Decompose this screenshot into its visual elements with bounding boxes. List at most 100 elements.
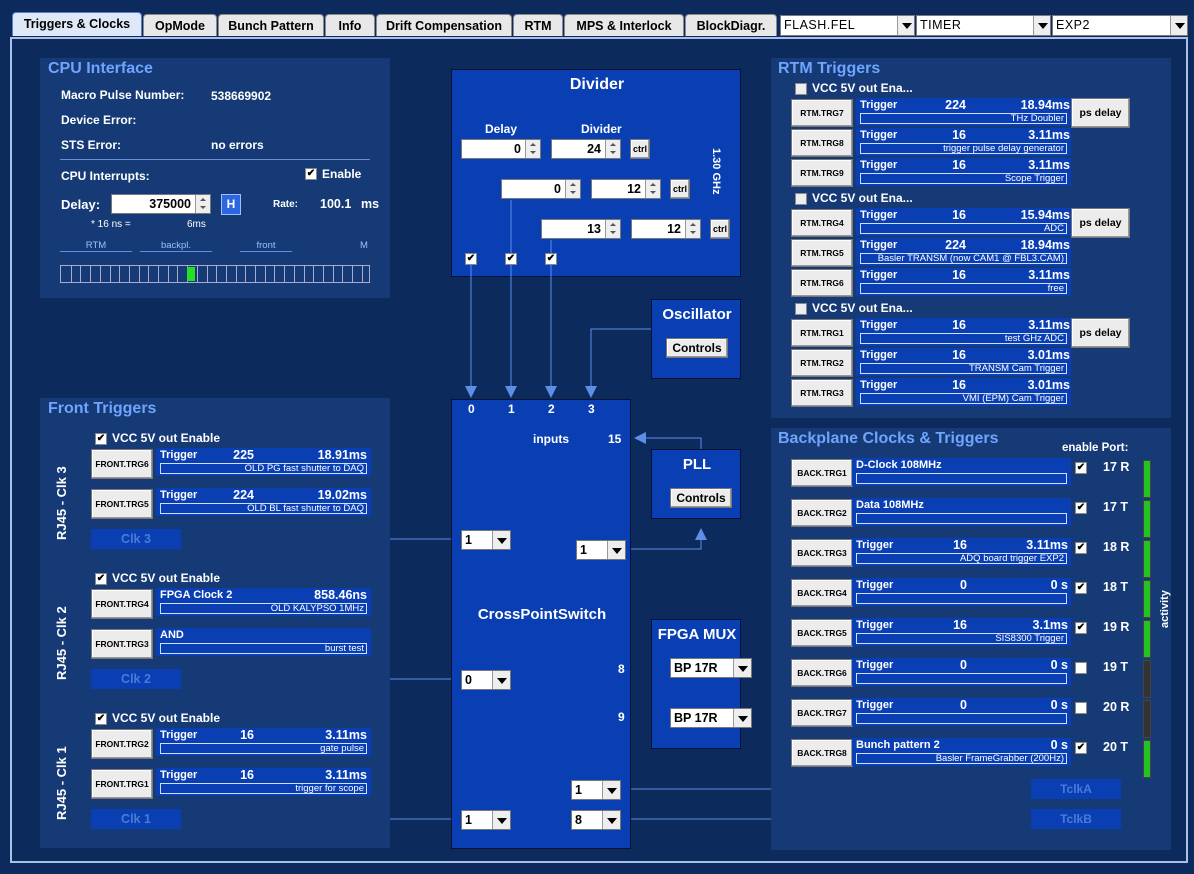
front-trigger-button[interactable]: FRONT.TRG2 (91, 729, 153, 759)
backplane-trigger-row: Trigger 16 3.1ms SIS8300 Trigger (852, 618, 1071, 646)
port-enable-checkbox[interactable] (1075, 702, 1087, 714)
front-trigger-button[interactable]: FRONT.TRG6 (91, 449, 153, 479)
rtm-trigger-row: Trigger 16 3.01ms TRANSM Cam Trigger (856, 348, 1071, 376)
spinner-icon[interactable] (605, 140, 620, 158)
trigger-description (856, 673, 1067, 684)
trigger-count: 16 (952, 158, 966, 172)
backplane-trigger-button[interactable]: BACK.TRG5 (791, 619, 853, 647)
port-enable-checkbox[interactable]: ✔ (1075, 582, 1087, 594)
divider-ctrl-button[interactable]: ctrl (630, 139, 650, 159)
spinner-icon[interactable] (525, 140, 540, 158)
trigger-time: 3.11ms (1028, 158, 1070, 172)
front-trigger-button[interactable]: FRONT.TRG3 (91, 629, 153, 659)
backplane-trigger-button[interactable]: BACK.TRG8 (791, 739, 853, 767)
ps-delay-button[interactable]: ps delay (1071, 318, 1130, 348)
trigger-count: 16 (953, 538, 967, 552)
spinner-icon[interactable] (685, 220, 700, 238)
rtm-trigger-button[interactable]: RTM.TRG1 (791, 319, 853, 347)
trigger-time: 3.11ms (1028, 318, 1070, 332)
divider-ctrl-button[interactable]: ctrl (670, 179, 690, 199)
rtm-trigger-button[interactable]: RTM.TRG3 (791, 379, 853, 407)
ps-delay-button[interactable]: ps delay (1071, 98, 1130, 128)
activity-indicator (1143, 500, 1151, 538)
backplane-trigger-button[interactable]: BACK.TRG1 (791, 459, 853, 487)
divider-delay-input[interactable]: 0 (461, 139, 541, 159)
port-enable-checkbox[interactable]: ✔ (1075, 542, 1087, 554)
rtm-trigger-button[interactable]: RTM.TRG9 (791, 159, 853, 187)
divider-delay-input[interactable]: 13 (541, 219, 621, 239)
trigger-time: 19.02ms (317, 488, 367, 502)
trigger-description: VMI (EPM) Cam Trigger (860, 393, 1067, 404)
trigger-type: FPGA Clock 2 (160, 589, 233, 601)
trigger-time: 3.01ms (1027, 378, 1070, 392)
front-trigger-row: Trigger 16 3.11ms trigger for scope (156, 768, 371, 796)
port-enable-checkbox[interactable]: ✔ (1075, 622, 1087, 634)
vcc-enable-checkbox[interactable] (795, 193, 807, 205)
front-trigger-button[interactable]: FRONT.TRG5 (91, 489, 153, 519)
divider-ctrl-button[interactable]: ctrl (710, 219, 730, 239)
vcc-enable-label: VCC 5V out Ena... (812, 81, 913, 95)
spinner-icon[interactable] (645, 180, 660, 198)
trigger-count: 16 (240, 728, 254, 742)
spinner-icon[interactable] (565, 180, 580, 198)
spinner-icon[interactable] (605, 220, 620, 238)
divider-ratio-input[interactable]: 12 (591, 179, 661, 199)
trigger-type: Trigger (860, 379, 898, 391)
trigger-description: THz Doubler (860, 113, 1067, 124)
vcc-enable-checkbox[interactable] (795, 83, 807, 95)
divider-ratio-input[interactable]: 24 (551, 139, 621, 159)
trigger-description: OLD BL fast shutter to DAQ (160, 503, 367, 514)
port-label: 19 T (1103, 660, 1129, 674)
trigger-count: 16 (953, 618, 967, 632)
divider-enable-checkbox[interactable]: ✔ (545, 253, 557, 265)
vcc-enable-checkbox[interactable]: ✔ (95, 713, 107, 725)
rtm-trigger-button[interactable]: RTM.TRG7 (791, 99, 853, 127)
port-enable-checkbox[interactable]: ✔ (1075, 742, 1087, 754)
trigger-time: 18.94ms (1020, 98, 1070, 112)
activity-indicator (1143, 620, 1151, 658)
port-label: 20 T (1103, 740, 1129, 754)
trigger-count: 16 (240, 768, 254, 782)
trigger-count: 224 (945, 98, 966, 112)
rtm-trigger-button[interactable]: RTM.TRG8 (791, 129, 853, 157)
clock-output: Clk 1 (91, 809, 181, 829)
vcc-enable-checkbox[interactable]: ✔ (95, 433, 107, 445)
vcc-enable-checkbox[interactable] (795, 303, 807, 315)
rtm-trigger-button[interactable]: RTM.TRG6 (791, 269, 853, 297)
backplane-trigger-button[interactable]: BACK.TRG3 (791, 539, 853, 567)
rtm-trigger-button[interactable]: RTM.TRG5 (791, 239, 853, 267)
tclka-output: TclkA (1031, 779, 1121, 799)
trigger-count: 225 (233, 448, 254, 462)
tab-triggers-clocks[interactable]: Triggers & Clocks (12, 12, 142, 36)
front-trigger-button[interactable]: FRONT.TRG4 (91, 589, 153, 619)
backplane-trigger-button[interactable]: BACK.TRG7 (791, 699, 853, 727)
vcc-enable-label: VCC 5V out Ena... (812, 301, 913, 315)
backplane-trigger-button[interactable]: BACK.TRG2 (791, 499, 853, 527)
trigger-description (856, 713, 1067, 724)
trigger-time: 3.01ms (1027, 348, 1070, 362)
front-trigger-button[interactable]: FRONT.TRG1 (91, 769, 153, 799)
rj45-label: RJ45 - Clk 3 (54, 466, 69, 540)
backplane-trigger-button[interactable]: BACK.TRG6 (791, 659, 853, 687)
trigger-time: 15.94ms (1020, 208, 1070, 222)
trigger-description: Basler FrameGrabber (200Hz) (856, 753, 1067, 764)
front-trigger-row: AND burst test (156, 628, 371, 656)
divider-ratio-input[interactable]: 12 (631, 219, 701, 239)
divider-delay-input[interactable]: 0 (501, 179, 581, 199)
trigger-type: Trigger (856, 659, 894, 671)
trigger-time: 0 s (1050, 658, 1068, 672)
rtm-trigger-button[interactable]: RTM.TRG2 (791, 349, 853, 377)
trigger-type: Trigger (160, 729, 198, 741)
port-enable-checkbox[interactable]: ✔ (1075, 502, 1087, 514)
vcc-enable-checkbox[interactable]: ✔ (95, 573, 107, 585)
trigger-time: 0 s (1050, 738, 1068, 752)
port-enable-checkbox[interactable] (1075, 662, 1087, 674)
backplane-trigger-button[interactable]: BACK.TRG4 (791, 579, 853, 607)
front-trigger-row: Trigger 225 18.91ms OLD PG fast shutter to … (156, 448, 371, 476)
port-enable-checkbox[interactable]: ✔ (1075, 462, 1087, 474)
trigger-type: Trigger (860, 349, 898, 361)
divider-enable-checkbox[interactable]: ✔ (505, 253, 517, 265)
divider-enable-checkbox[interactable]: ✔ (465, 253, 477, 265)
ps-delay-button[interactable]: ps delay (1071, 208, 1130, 238)
rtm-trigger-button[interactable]: RTM.TRG4 (791, 209, 853, 237)
